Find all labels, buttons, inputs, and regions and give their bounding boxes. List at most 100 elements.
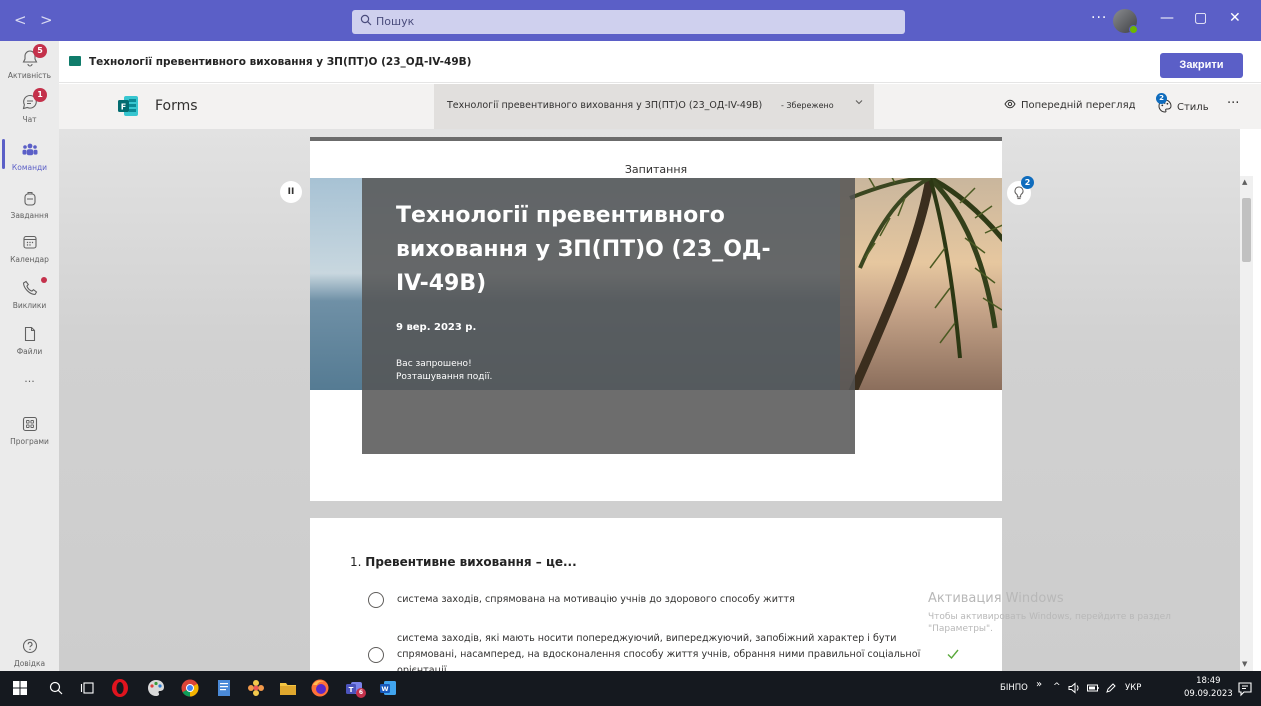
option-text: орієнтації xyxy=(397,665,447,671)
presence-available-icon xyxy=(1129,25,1138,34)
option-text: система заходів, які мають носити попере… xyxy=(397,633,897,644)
rail-item-assignments[interactable]: Завдання xyxy=(0,187,59,231)
search-icon[interactable] xyxy=(48,680,64,696)
forms-app-icon xyxy=(69,56,81,66)
speaker-icon[interactable] xyxy=(1068,682,1080,694)
file-explorer-icon[interactable] xyxy=(278,678,298,698)
more-apps-ellipsis: ··· xyxy=(24,375,35,388)
ideas-badge: 2 xyxy=(1021,176,1034,189)
search-input[interactable]: Пошук xyxy=(352,10,905,34)
title-bar: < > Пошук ··· — ▢ ✕ xyxy=(0,0,1261,41)
form-title-dropdown[interactable]: Технології превентивного виховання у ЗП(… xyxy=(434,84,874,129)
question-card[interactable]: 1. Превентивне виховання – це... система… xyxy=(310,518,1002,671)
palette-icon: 2 xyxy=(1156,93,1172,113)
phone-icon xyxy=(22,280,38,296)
description-line: Вас запрошено! xyxy=(396,359,472,369)
maximize-button[interactable]: ▢ xyxy=(1194,10,1207,26)
form-canvas: Запитання Технології превентивного вихов… xyxy=(59,129,1240,671)
tab-questions[interactable]: Запитання xyxy=(310,163,1002,176)
search-icon xyxy=(360,14,372,26)
ideas-button[interactable]: 2 xyxy=(1007,176,1034,205)
help-icon xyxy=(22,638,38,654)
rail-label: Команди xyxy=(11,163,48,172)
tray-app-label[interactable]: БІНПО xyxy=(1000,683,1028,693)
teams-icon xyxy=(22,143,38,156)
apps-grid-icon xyxy=(22,416,38,432)
forward-arrow-icon[interactable]: > xyxy=(40,11,53,29)
rail-item-teams[interactable]: Команди xyxy=(0,139,59,183)
form-header-card: Запитання Технології превентивного вихов… xyxy=(310,137,1002,501)
flower-app-icon[interactable] xyxy=(246,678,266,698)
rail-more-apps-button[interactable]: ··· xyxy=(0,371,59,415)
word-icon[interactable]: W xyxy=(378,678,398,698)
watermark-text: "Параметры". xyxy=(928,624,994,634)
tray-overflow-icon[interactable]: » xyxy=(1036,679,1042,690)
backpack-icon xyxy=(24,192,36,206)
form-date: 9 вер. 2023 р. xyxy=(396,322,477,333)
battery-icon[interactable] xyxy=(1087,683,1099,693)
lightbulb-icon xyxy=(1014,186,1024,200)
teams-taskbar-icon[interactable]: T 6 xyxy=(344,678,366,698)
language-indicator[interactable]: УКР xyxy=(1125,683,1141,693)
rail-label: Файли xyxy=(16,347,43,356)
app-rail: 5 Активність 1 Чат Команди Завдання Кале… xyxy=(0,41,59,671)
rail-item-chat[interactable]: 1 Чат xyxy=(0,88,59,135)
windows-start-icon[interactable] xyxy=(12,680,28,696)
radio-button[interactable] xyxy=(368,647,384,663)
rail-item-files[interactable]: Файли xyxy=(0,323,59,367)
chrome-icon[interactable] xyxy=(180,678,200,698)
option-text: спрямовані, насамперед, на вдосконалення… xyxy=(397,649,921,660)
more-options-button[interactable]: ··· xyxy=(1091,10,1107,26)
pen-icon[interactable] xyxy=(1105,682,1117,694)
vertical-scrollbar[interactable]: ▲ ▼ xyxy=(1240,176,1253,671)
watermark-title: Активация Windows xyxy=(928,591,1064,606)
description-line: Розташування події. xyxy=(396,372,493,382)
preview-button[interactable]: Попередній перегляд xyxy=(1004,99,1136,111)
calendar-icon xyxy=(23,235,37,249)
scrollbar-thumb[interactable] xyxy=(1242,198,1251,262)
form-heading[interactable]: Технології превентивного виховання у ЗП(… xyxy=(396,199,796,301)
rail-label: Активність xyxy=(7,71,52,80)
rail-label: Програми xyxy=(10,437,49,446)
more-options-button[interactable]: ··· xyxy=(1227,96,1239,111)
show-hidden-icons-icon[interactable]: ^ xyxy=(1053,682,1061,692)
rail-label: Виклики xyxy=(12,301,47,310)
clock-date: 09.09.2023 xyxy=(1184,689,1233,699)
teams-taskbar-badge: 6 xyxy=(356,688,366,698)
style-button[interactable]: 2 Стиль xyxy=(1156,93,1209,113)
rail-item-activity[interactable]: 5 Активність xyxy=(0,44,59,91)
app-header: Технології превентивного виховання у ЗП(… xyxy=(59,41,1261,83)
avatar[interactable] xyxy=(1113,9,1138,34)
back-arrow-icon[interactable]: < xyxy=(14,11,27,29)
scroll-up-icon[interactable]: ▲ xyxy=(1242,178,1247,186)
task-view-icon[interactable] xyxy=(80,680,96,696)
rail-item-calls[interactable]: Виклики xyxy=(0,277,59,321)
title-overlay: Технології превентивного виховання у ЗП(… xyxy=(362,178,855,454)
opera-icon[interactable] xyxy=(110,678,130,698)
rail-label: Календар xyxy=(10,255,49,264)
forms-logo-icon: F xyxy=(118,96,138,116)
system-clock[interactable]: 18:49 09.09.2023 xyxy=(1184,675,1233,701)
close-button[interactable]: Закрити xyxy=(1160,53,1243,78)
notifications-icon[interactable] xyxy=(1237,681,1253,697)
minimize-button[interactable]: — xyxy=(1160,10,1174,26)
saved-status: - Збережено xyxy=(781,101,834,110)
rail-label: Чат xyxy=(22,115,37,124)
question-number: 1. xyxy=(350,555,362,569)
calls-notification-dot xyxy=(41,277,47,283)
rail-item-calendar[interactable]: Календар xyxy=(0,231,59,275)
close-window-button[interactable]: ✕ xyxy=(1229,10,1241,26)
radio-button[interactable] xyxy=(368,592,384,608)
svg-text:T: T xyxy=(349,686,354,694)
notepad-icon[interactable] xyxy=(214,678,234,698)
paint-icon[interactable] xyxy=(146,678,166,698)
watermark-text: Чтобы активировать Windows, перейдите в … xyxy=(928,612,1171,622)
forms-app-name: Forms xyxy=(155,98,198,114)
file-icon xyxy=(24,326,36,342)
form-title-text: Технології превентивного виховання у ЗП(… xyxy=(447,100,763,111)
pause-animation-button[interactable]: II xyxy=(280,181,302,203)
firefox-icon[interactable] xyxy=(310,678,330,698)
question-title: 1. Превентивне виховання – це... xyxy=(350,555,577,569)
rail-item-apps[interactable]: Програми xyxy=(0,413,59,457)
scroll-down-icon[interactable]: ▼ xyxy=(1242,660,1247,668)
